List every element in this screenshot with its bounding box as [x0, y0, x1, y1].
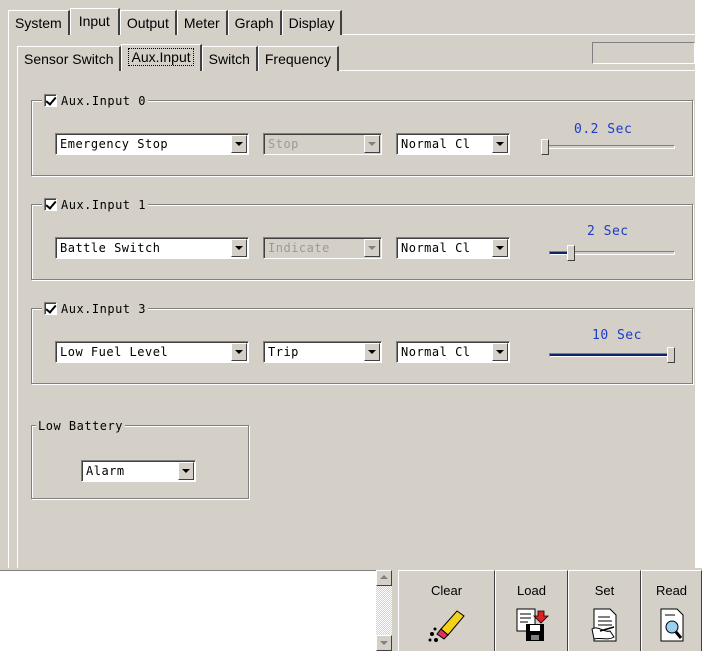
aux-input-3-delay-label: 10 Sec: [592, 328, 642, 343]
aux-input-3-action-select[interactable]: Trip: [263, 341, 382, 363]
chevron-down-icon[interactable]: [231, 135, 247, 153]
eraser-icon: [428, 610, 465, 642]
aux-input-3-contact-value: Normal Cl: [401, 345, 471, 359]
tab-output-label: Output: [126, 15, 169, 31]
clear-button-label: Clear: [430, 583, 463, 598]
low-battery-value: Alarm: [86, 464, 125, 478]
aux-input-3-delay-slider[interactable]: [549, 353, 675, 357]
aux-input-1-action-value: Indicate: [268, 241, 330, 255]
read-button[interactable]: Read: [641, 570, 702, 651]
aux-input-0-delay-slider[interactable]: [541, 145, 675, 149]
sub-tab-strip: Sensor Switch Aux.Input Switch Frequency: [17, 44, 340, 71]
top-right-field: [592, 42, 695, 64]
chevron-down-icon[interactable]: [492, 343, 508, 361]
aux-input-0-legend: Aux.Input 0: [42, 92, 148, 109]
tab-meter[interactable]: Meter: [176, 10, 228, 35]
aux-input-1-contact-value: Normal Cl: [401, 241, 471, 255]
tab-graph-label: Graph: [234, 15, 274, 31]
tab-aux-input-label: Aux.Input: [128, 48, 194, 66]
aux-input-1-title: Aux.Input 1: [61, 197, 146, 212]
aux-input-3-legend: Aux.Input 3: [42, 300, 148, 317]
aux-input-1-legend: Aux.Input 1: [42, 196, 148, 213]
tab-display[interactable]: Display: [281, 10, 343, 35]
aux-input-0-function-select[interactable]: Emergency Stop: [55, 133, 249, 155]
aux-input-3-checkbox[interactable]: [44, 302, 57, 315]
chevron-down-icon[interactable]: [231, 343, 247, 361]
set-button[interactable]: Set: [568, 570, 641, 651]
top-tab-strip: System Input Output Meter Graph Display: [8, 8, 343, 35]
tab-sensor-switch-label: Sensor Switch: [24, 51, 114, 67]
set-document-icon: [590, 608, 616, 642]
aux-input-1-contact-select[interactable]: Normal Cl: [396, 237, 510, 259]
aux-input-0-delay-thumb[interactable]: [541, 139, 549, 155]
aux-input-0-contact-value: Normal Cl: [401, 137, 471, 151]
chevron-down-icon[interactable]: [178, 462, 194, 480]
aux-input-1-delay-label: 2 Sec: [587, 224, 629, 239]
tab-output[interactable]: Output: [119, 10, 177, 35]
set-button-label: Set: [594, 583, 615, 598]
tab-switch-label: Switch: [208, 51, 250, 67]
chevron-down-icon[interactable]: [231, 239, 247, 257]
tab-system-label: System: [15, 15, 62, 31]
scroll-up-arrow-icon[interactable]: [376, 570, 392, 586]
aux-input-3-delay-fill: [550, 354, 670, 356]
aux-input-0-function-value: Emergency Stop: [60, 137, 169, 151]
aux-input-1-function-value: Battle Switch: [60, 241, 161, 255]
load-button-label: Load: [517, 583, 546, 598]
tab-input-label: Input: [78, 13, 110, 29]
aux-input-3-contact-select[interactable]: Normal Cl: [396, 341, 510, 363]
tab-system[interactable]: System: [8, 10, 70, 35]
aux-input-1-function-select[interactable]: Battle Switch: [55, 237, 249, 259]
tab-display-label: Display: [288, 15, 335, 31]
low-battery-title: Low Battery: [38, 418, 123, 433]
chevron-down-icon[interactable]: [364, 135, 380, 153]
chevron-down-icon[interactable]: [364, 343, 380, 361]
read-document-icon: [660, 608, 683, 642]
scroll-down-arrow-icon[interactable]: [376, 635, 392, 651]
aux-input-3-title: Aux.Input 3: [61, 301, 146, 316]
aux-input-1-checkbox[interactable]: [44, 198, 57, 211]
aux-input-3-action-value: Trip: [268, 345, 299, 359]
tab-aux-input[interactable]: Aux.Input: [121, 44, 202, 71]
aux-input-0-action-select[interactable]: Stop: [263, 133, 382, 155]
window-edge: [695, 0, 702, 568]
chevron-down-icon[interactable]: [492, 135, 508, 153]
chevron-down-icon[interactable]: [364, 239, 380, 257]
aux-input-3-function-select[interactable]: Low Fuel Level: [55, 341, 249, 363]
tab-switch[interactable]: Switch: [201, 46, 258, 71]
tab-sensor-switch[interactable]: Sensor Switch: [17, 46, 122, 71]
main-window: System Input Output Meter Graph Display …: [0, 0, 702, 651]
load-disk-icon: [516, 608, 549, 641]
tab-frequency-label: Frequency: [264, 51, 332, 67]
tab-meter-label: Meter: [183, 15, 220, 31]
message-box[interactable]: [0, 570, 376, 651]
message-scrollbar[interactable]: [376, 570, 392, 651]
aux-input-3-delay-thumb[interactable]: [667, 347, 675, 363]
chevron-down-icon[interactable]: [492, 239, 508, 257]
tab-frequency[interactable]: Frequency: [257, 46, 340, 71]
aux-input-0-delay-label: 0.2 Sec: [574, 122, 633, 137]
low-battery-legend: Low Battery: [36, 417, 125, 434]
aux-input-0-checkbox[interactable]: [44, 94, 57, 107]
read-button-label: Read: [655, 583, 688, 598]
aux-input-3-function-value: Low Fuel Level: [60, 345, 169, 359]
tab-input[interactable]: Input: [69, 8, 120, 35]
aux-input-0-contact-select[interactable]: Normal Cl: [396, 133, 510, 155]
aux-input-0-action-value: Stop: [268, 137, 299, 151]
tab-graph[interactable]: Graph: [227, 10, 282, 35]
aux-input-1-delay-thumb[interactable]: [567, 245, 575, 261]
clear-button[interactable]: Clear: [398, 570, 495, 651]
load-button[interactable]: Load: [495, 570, 568, 651]
aux-input-1-action-select[interactable]: Indicate: [263, 237, 382, 259]
low-battery-select[interactable]: Alarm: [81, 460, 196, 482]
aux-input-0-title: Aux.Input 0: [61, 93, 146, 108]
